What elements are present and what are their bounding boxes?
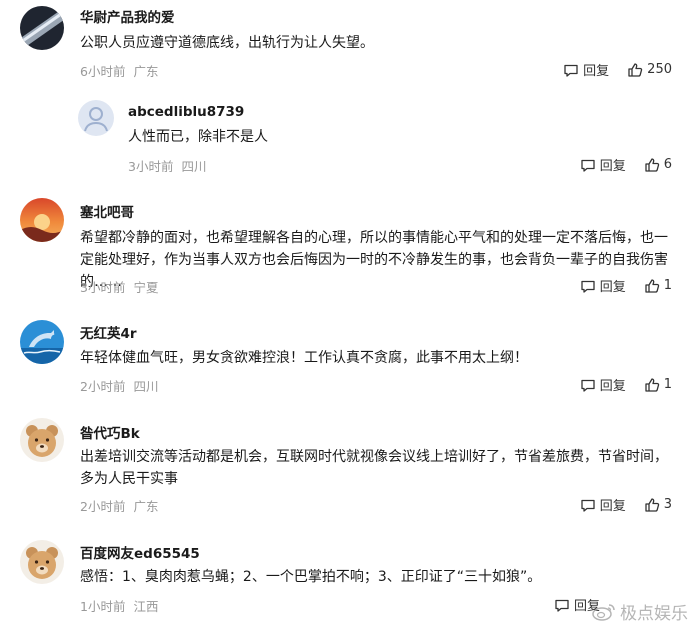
comment-actions: 回复 3 (580, 495, 672, 514)
user-avatar[interactable] (78, 100, 114, 136)
reply-button[interactable]: 回复 (580, 155, 626, 174)
like-count: 3 (663, 497, 672, 512)
comment-text: 公职人员应遵守道德底线，出轨行为让人失望。 (80, 35, 374, 51)
comment-item: 华尉产品我的爱 公职人员应遵守道德底线，出轨行为让人失望。 6小时前 广东 回复 … (0, 0, 700, 90)
comment-text: 感悟：1、臭肉肉惹乌蝇；2、一个巴掌拍不响；3、正印证了“三十如狼”。 (80, 569, 542, 585)
user-avatar[interactable] (20, 320, 64, 364)
comment-text: 出差培训交流等活动都是机会，互联网时代就视像会议线上培训好了，节省差旅费，节省时… (80, 449, 668, 487)
comment-bubble-icon (564, 64, 578, 77)
user-name[interactable]: 华尉产品我的爱 (80, 6, 175, 26)
like-button[interactable]: 1 (644, 377, 672, 393)
user-name[interactable]: 百度网友ed65545 (80, 542, 200, 562)
comment-meta: 2小时前 四川 (80, 376, 158, 395)
reply-button[interactable]: 回复 (580, 495, 626, 514)
user-name[interactable]: 塞北吧哥 (80, 201, 134, 221)
comment-time: 1小时前 (80, 599, 126, 614)
comment-meta: 3小时前 宁夏 (80, 277, 158, 296)
comment-bubble-icon (581, 280, 595, 293)
user-avatar[interactable] (20, 540, 64, 584)
comment-time: 2小时前 (80, 379, 126, 394)
weibo-logo-icon (592, 603, 615, 621)
like-button[interactable]: 250 (627, 62, 672, 78)
like-button[interactable]: 6 (644, 157, 672, 173)
comment-time: 3小时前 (128, 159, 174, 174)
reply-button[interactable]: 回复 (563, 60, 609, 79)
comment-text: 人性而已，除非不是人 (128, 129, 268, 145)
like-button[interactable]: 3 (644, 497, 672, 513)
comment-actions: 回复 1 (580, 375, 672, 394)
comment-actions: 回复 250 (563, 60, 672, 79)
reply-button[interactable]: 回复 (580, 276, 626, 295)
comment-location: 四川 (133, 379, 159, 394)
comment-bubble-icon (581, 499, 595, 512)
comment-meta: 2小时前 广东 (80, 496, 158, 515)
comment-time: 2小时前 (80, 499, 126, 514)
comment-meta: 6小时前 广东 (80, 61, 158, 80)
comment-meta: 1小时前 江西 (80, 596, 158, 615)
comment-actions: 回复 6 (580, 155, 672, 174)
comment-item: 无红英4r 年轻体健血气旺，男女贪欲难控浪！工作认真不贪腐，此事不用太上纲！ 2… (0, 316, 700, 404)
comment-bubble-icon (581, 159, 595, 172)
comment-bubble-icon (555, 599, 569, 612)
user-avatar[interactable] (20, 6, 64, 50)
thumbs-up-icon (628, 62, 643, 77)
user-name[interactable]: 无红英4r (80, 322, 137, 342)
comment-time: 6小时前 (80, 64, 126, 79)
comment-location: 四川 (181, 159, 207, 174)
like-button[interactable]: 1 (644, 278, 672, 294)
comment-item: 塞北吧哥 希望都冷静的面对，也希望理解各自的心理，所以的事情能心平气和的处理一定… (0, 194, 700, 304)
comment-bubble-icon (581, 379, 595, 392)
watermark-text: 极点娱乐 (620, 604, 688, 624)
comment-location: 广东 (133, 499, 159, 514)
user-name[interactable]: 昝代巧Bk (80, 422, 140, 442)
user-avatar[interactable] (20, 418, 64, 462)
user-name[interactable]: abcedliblu8739 (128, 104, 244, 120)
thumbs-up-icon (645, 377, 659, 392)
thumbs-up-icon (645, 278, 659, 293)
user-avatar[interactable] (20, 198, 64, 242)
thumbs-up-icon (645, 497, 659, 512)
comment-item: 昝代巧Bk 出差培训交流等活动都是机会，互联网时代就视像会议线上培训好了，节省差… (0, 416, 700, 526)
comment-location: 广东 (133, 64, 159, 79)
watermark: 极点娱乐 (592, 599, 688, 624)
comment-meta: 3小时前 四川 (128, 156, 206, 175)
like-count: 1 (663, 278, 672, 293)
comment-actions: 回复 1 (580, 276, 672, 295)
like-count: 1 (663, 377, 672, 392)
like-count: 6 (663, 157, 672, 172)
like-count: 250 (647, 62, 672, 77)
reply-button[interactable]: 回复 (580, 375, 626, 394)
comment-time: 3小时前 (80, 280, 126, 295)
thumbs-up-icon (645, 157, 659, 172)
comment-location: 江西 (133, 599, 159, 614)
comment-text: 年轻体健血气旺，男女贪欲难控浪！工作认真不贪腐，此事不用太上纲！ (80, 350, 528, 366)
comment-location: 宁夏 (133, 280, 159, 295)
reply-item: abcedliblu8739 人性而已，除非不是人 3小时前 四川 回复 6 (0, 96, 700, 181)
